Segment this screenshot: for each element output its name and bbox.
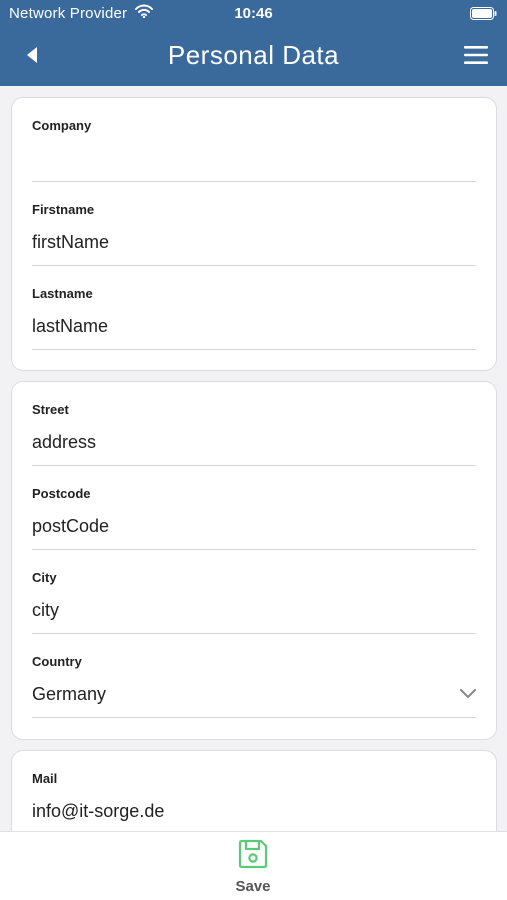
mail-input[interactable] (32, 801, 476, 822)
postcode-label: Postcode (32, 486, 91, 501)
page-title: Personal Data (167, 40, 340, 70)
company-card: Company Firstname Lastname (11, 97, 497, 371)
lastname-label: Lastname (32, 286, 93, 301)
mail-field[interactable]: Mail (32, 751, 476, 831)
company-input[interactable] (32, 148, 476, 169)
street-field[interactable]: Street (32, 382, 476, 466)
company-field[interactable]: Company (32, 98, 476, 182)
firstname-field[interactable]: Firstname (32, 182, 476, 266)
country-label: Country (32, 654, 82, 669)
firstname-input[interactable] (32, 232, 476, 253)
bottom-toolbar: Save (0, 831, 507, 900)
clock: 10:46 (234, 5, 273, 22)
field-underline (32, 717, 476, 718)
lastname-input[interactable] (32, 316, 476, 337)
save-button[interactable]: Save (213, 838, 293, 898)
mail-label: Mail (32, 771, 58, 786)
form-scroll-area[interactable]: Company Firstname Lastname Street Postco… (0, 86, 507, 831)
country-value: Germany (32, 684, 107, 704)
floppy-disk-icon (213, 838, 293, 875)
street-label: Street (32, 402, 69, 417)
city-field[interactable]: City (32, 550, 476, 634)
hamburger-menu-icon (464, 45, 488, 69)
nav-bar: Personal Data (0, 28, 507, 86)
menu-button[interactable] (461, 42, 491, 72)
firstname-label: Firstname (32, 202, 95, 217)
battery-icon (470, 7, 497, 24)
status-bar: Network Provider 10:46 (0, 0, 507, 28)
company-label: Company (32, 118, 92, 133)
postcode-field[interactable]: Postcode (32, 466, 476, 550)
app-header: Network Provider 10:46 Personal Data (0, 0, 507, 86)
field-underline (32, 349, 476, 350)
street-input[interactable] (32, 432, 476, 453)
save-label: Save (235, 878, 271, 895)
chevron-down-icon (460, 686, 476, 704)
address-card: Street Postcode City Country Germany (11, 381, 497, 740)
country-select[interactable]: Country Germany (32, 634, 476, 718)
city-label: City (32, 570, 57, 585)
contact-card: Mail (11, 750, 497, 831)
city-input[interactable] (32, 600, 476, 621)
postcode-input[interactable] (32, 516, 476, 537)
lastname-field[interactable]: Lastname (32, 266, 476, 350)
